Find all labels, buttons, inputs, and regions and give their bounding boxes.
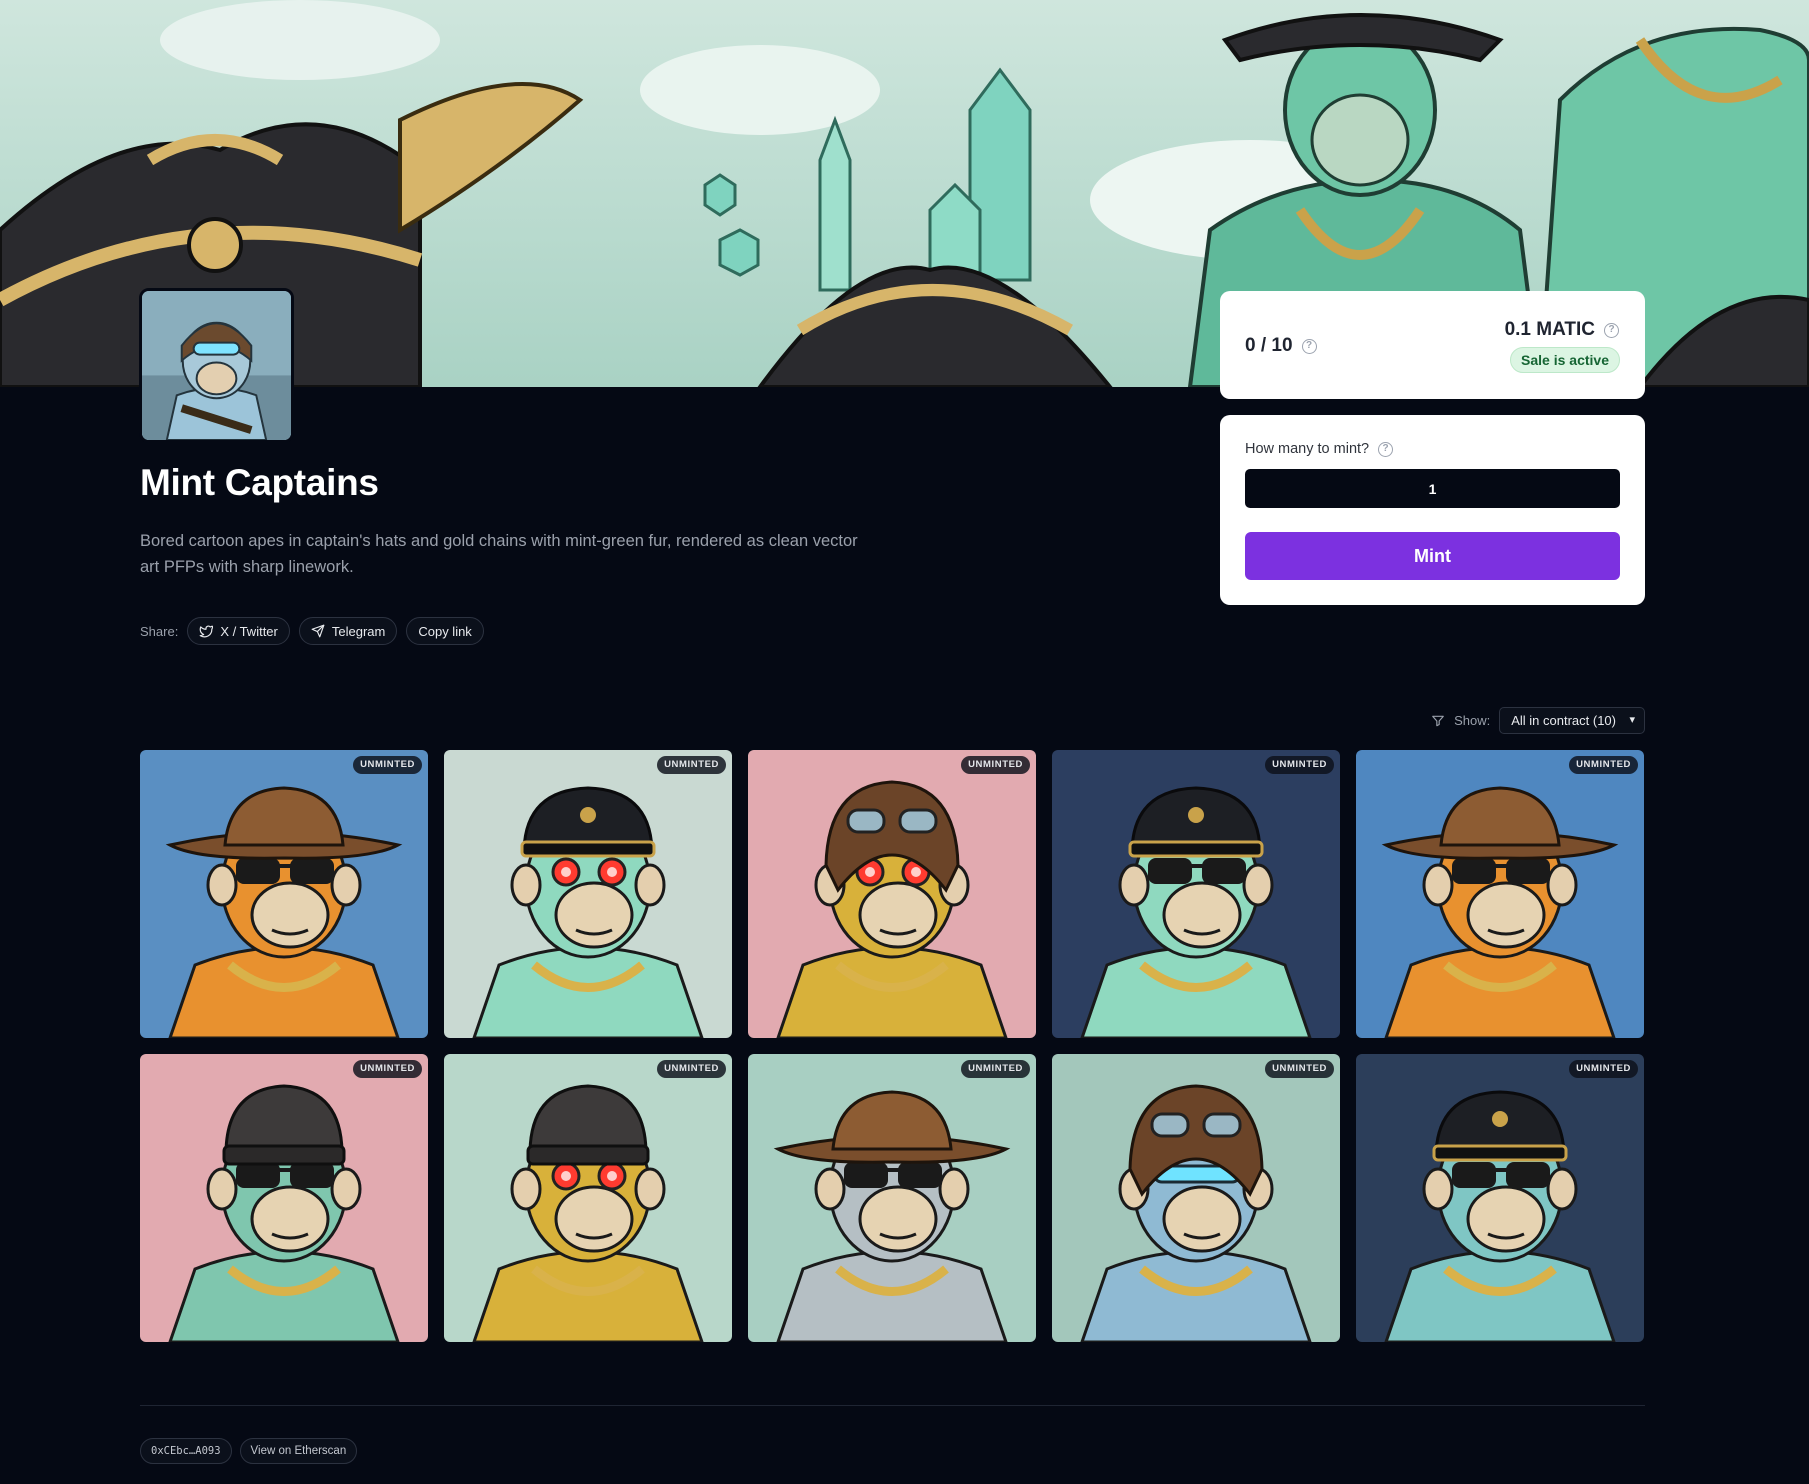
ape-artwork — [444, 1054, 732, 1342]
share-telegram-button[interactable]: Telegram — [298, 617, 398, 645]
footer-divider — [140, 1405, 1645, 1406]
ape-artwork — [1356, 750, 1644, 1038]
collection-description: Bored cartoon apes in captain's hats and… — [140, 532, 858, 576]
ape-artwork — [1356, 1054, 1644, 1342]
ape-artwork — [748, 1054, 1036, 1342]
unminted-badge: UNMINTED — [1265, 1060, 1334, 1078]
supply-value: 0 / 10 — [1245, 335, 1293, 356]
token-card[interactable]: UNMINTED — [1052, 750, 1340, 1038]
collection-title: Mint Captains — [140, 462, 379, 503]
price-value: 0.1 MATIC — [1504, 319, 1595, 340]
send-plane-icon — [311, 624, 325, 638]
mint-question: How many to mint? — [1245, 441, 1370, 457]
token-card[interactable]: UNMINTED — [140, 750, 428, 1038]
mint-card: How many to mint? ? Mint — [1220, 415, 1645, 605]
supply-counter: 0 / 10 ? — [1245, 335, 1317, 357]
token-card[interactable]: UNMINTED — [748, 750, 1036, 1038]
collection-avatar — [139, 288, 294, 443]
unminted-badge: UNMINTED — [657, 756, 726, 774]
token-card[interactable]: UNMINTED — [444, 1054, 732, 1342]
filter-selected-value: All in contract (10) — [1511, 713, 1616, 728]
unminted-badge: UNMINTED — [1265, 756, 1334, 774]
chevron-down-icon: ▾ — [1629, 714, 1635, 726]
token-card[interactable]: UNMINTED — [140, 1054, 428, 1342]
ape-artwork — [1052, 1054, 1340, 1342]
share-label: Share: — [140, 623, 179, 639]
mint-page: Mint Captains Bored cartoon apes in capt… — [0, 0, 1809, 1484]
ape-artwork — [1052, 750, 1340, 1038]
unminted-badge: UNMINTED — [353, 1060, 422, 1078]
unminted-badge: UNMINTED — [961, 756, 1030, 774]
mint-quantity-label: How many to mint? ? — [1245, 441, 1394, 457]
token-card[interactable]: UNMINTED — [748, 1054, 1036, 1342]
unminted-badge: UNMINTED — [353, 756, 422, 774]
token-filter: Show: All in contract (10) ▾ — [1431, 707, 1645, 734]
copy-link-button[interactable]: Copy link — [406, 617, 484, 645]
filter-funnel-icon — [1432, 715, 1444, 726]
footer: 0xCEbc…A093 View on Etherscan — [140, 1438, 358, 1464]
token-card[interactable]: UNMINTED — [1356, 1054, 1644, 1342]
ape-artwork — [140, 1054, 428, 1342]
unminted-badge: UNMINTED — [657, 1060, 726, 1078]
mint-price: 0.1 MATIC ? — [1505, 319, 1619, 341]
contract-address-chip[interactable]: 0xCEbc…A093 — [140, 1438, 232, 1464]
sale-stats-card: 0 / 10 ? 0.1 MATIC ? Sale is active — [1220, 291, 1645, 399]
twitter-bird-icon — [199, 625, 214, 638]
ape-artwork — [748, 750, 1036, 1038]
share-twitter-button[interactable]: X / Twitter — [187, 617, 290, 645]
unminted-badge: UNMINTED — [1569, 756, 1638, 774]
help-circle-icon[interactable]: ? — [1378, 441, 1394, 457]
token-card[interactable]: UNMINTED — [1052, 1054, 1340, 1342]
mint-quantity-input[interactable] — [1245, 469, 1620, 508]
unminted-badge: UNMINTED — [961, 1060, 1030, 1078]
token-card[interactable]: UNMINTED — [444, 750, 732, 1038]
share-twitter-label: X / Twitter — [220, 623, 278, 639]
share-telegram-label: Telegram — [331, 623, 386, 639]
help-circle-icon[interactable]: ? — [1604, 322, 1619, 338]
share-row: Share: X / Twitter Telegram Copy link — [140, 617, 484, 645]
unminted-badge: UNMINTED — [1569, 1060, 1638, 1078]
sale-status-badge: Sale is active — [1510, 347, 1620, 373]
mint-button[interactable]: Mint — [1245, 532, 1620, 580]
filter-select[interactable]: All in contract (10) ▾ — [1499, 707, 1645, 734]
ape-artwork — [140, 750, 428, 1038]
token-grid: UNMINTED UNMINTED UNMINTED UNMINTED UNMINTED… — [140, 750, 1645, 1342]
token-card[interactable]: UNMINTED — [1356, 750, 1644, 1038]
ape-artwork — [444, 750, 732, 1038]
filter-label: Show: — [1454, 713, 1491, 728]
copy-link-label: Copy link — [418, 623, 472, 639]
help-circle-icon[interactable]: ? — [1301, 338, 1317, 354]
etherscan-link[interactable]: View on Etherscan — [239, 1438, 358, 1464]
